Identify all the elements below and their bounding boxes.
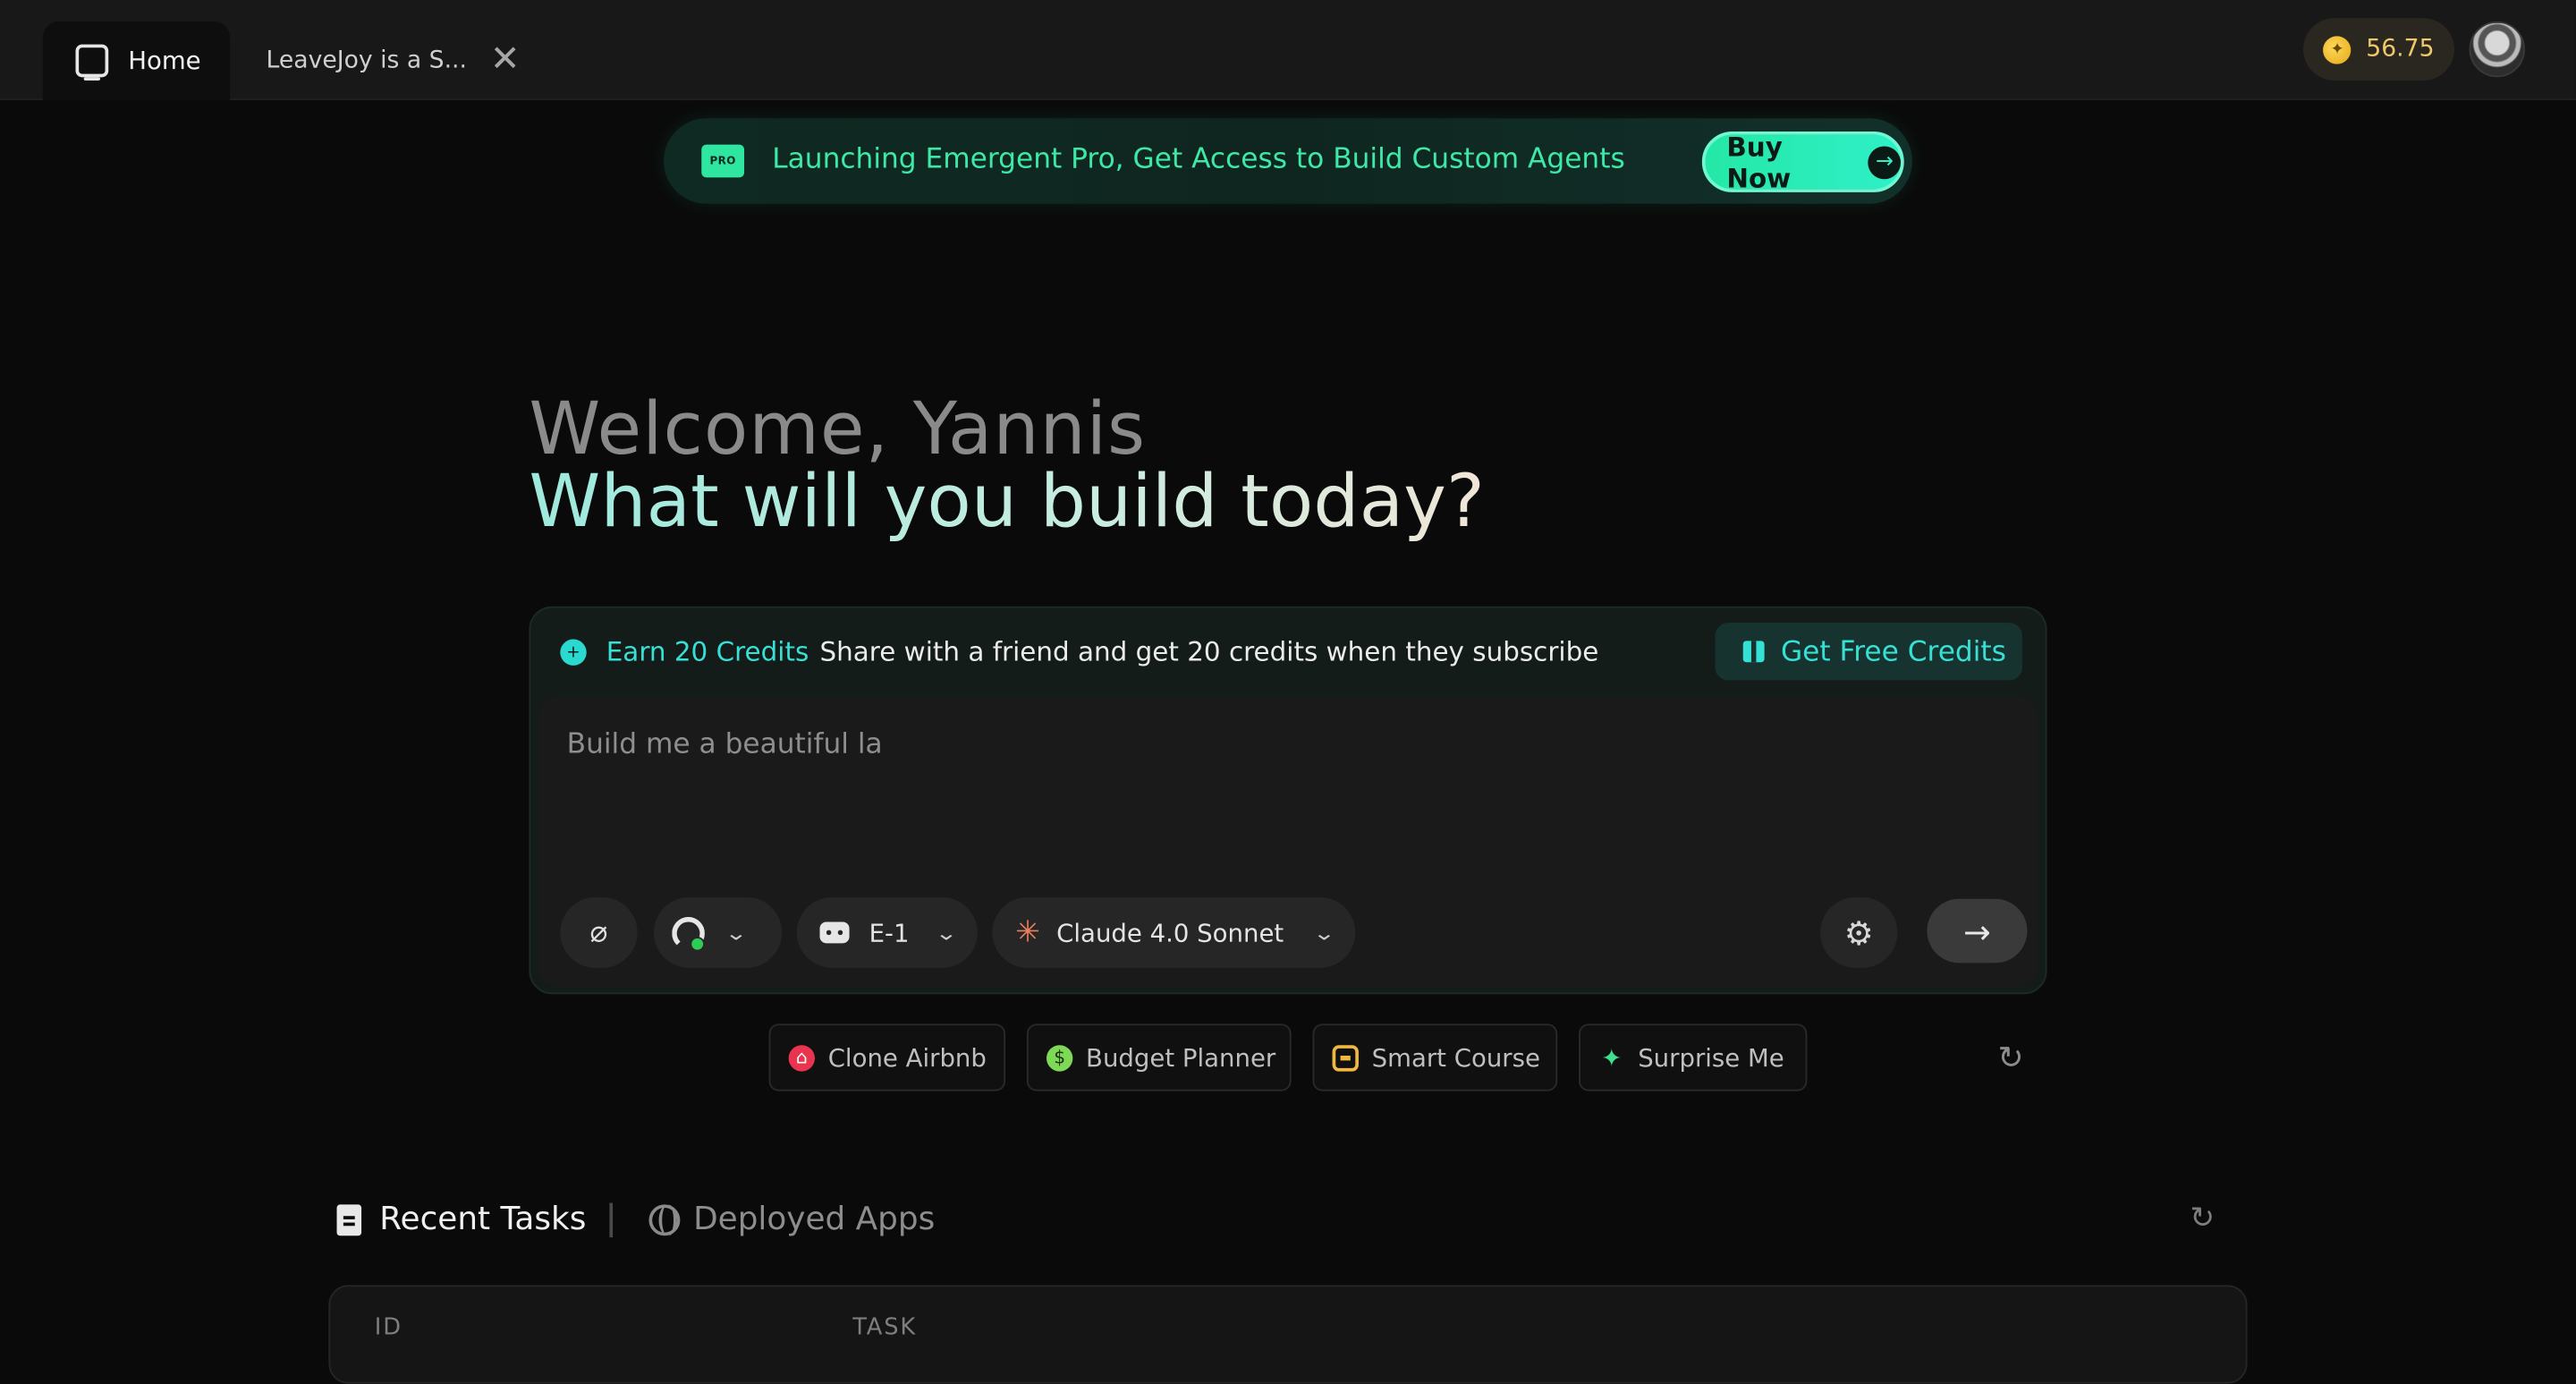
- credits-balance[interactable]: ✦ 56.75: [2303, 18, 2455, 81]
- gear-icon: ⚙: [1843, 913, 1874, 953]
- piggy-bank-icon: $: [1046, 1044, 1073, 1071]
- buy-now-button[interactable]: Buy Now →: [1701, 131, 1904, 193]
- home-tab-icon: [75, 44, 109, 81]
- buy-now-label: Buy Now: [1726, 131, 1792, 193]
- tasks-table: ID TASK: [328, 1285, 2248, 1384]
- prompt-card: + Earn 20 Credits Share with a friend an…: [529, 606, 2048, 995]
- referral-earn-label: Earn 20 Credits: [606, 635, 809, 667]
- prompt-input-area[interactable]: Build me a beautiful la ⌀ ⌄ E-1 ⌄ ✳ Clau…: [538, 696, 2038, 988]
- gift-icon: [1742, 641, 1765, 663]
- avatar[interactable]: [2469, 21, 2526, 78]
- chevron-down-icon: ⌄: [935, 921, 959, 945]
- tab-divider: [609, 1202, 614, 1238]
- suggestion-label: Surprise Me: [1638, 1042, 1784, 1073]
- suggestion-label: Budget Planner: [1086, 1042, 1276, 1073]
- refresh-suggestions-icon[interactable]: ↻: [1997, 1040, 2023, 1076]
- column-header-task: TASK: [852, 1314, 918, 1341]
- close-icon[interactable]: ✕: [490, 42, 521, 79]
- suggestion-label: Clone Airbnb: [827, 1042, 987, 1073]
- attach-button[interactable]: ⌀: [560, 896, 638, 968]
- globe-icon: [648, 1204, 681, 1236]
- arrow-right-icon: →: [1963, 911, 1991, 951]
- paperclip-icon: ⌀: [589, 915, 608, 950]
- agent-dropdown[interactable]: E-1 ⌄: [796, 896, 978, 968]
- referral-description: Share with a friend and get 20 credits w…: [819, 635, 1599, 667]
- tab-task-label: LeaveJoy is a S...: [266, 47, 467, 74]
- credits-value: 56.75: [2366, 36, 2435, 63]
- settings-button[interactable]: ⚙: [1820, 896, 1898, 968]
- tab-deployed-apps[interactable]: Deployed Apps: [693, 1200, 935, 1237]
- robot-icon: [819, 921, 850, 944]
- promo-text: Launching Emergent Pro, Get Access to Bu…: [772, 142, 1625, 176]
- clipboard-icon: [336, 1204, 362, 1236]
- suggestion-chip[interactable]: $ Budget Planner: [1026, 1023, 1292, 1091]
- credit-icon: +: [560, 639, 587, 666]
- column-header-id: ID: [374, 1314, 402, 1341]
- referral-bar: + Earn 20 Credits Share with a friend an…: [530, 608, 2048, 697]
- tab-recent-tasks[interactable]: Recent Tasks: [379, 1200, 586, 1237]
- suggestion-label: Smart Course: [1371, 1042, 1540, 1073]
- suggestion-chip[interactable]: ✦ Surprise Me: [1579, 1023, 1808, 1091]
- model-dropdown[interactable]: ✳ Claude 4.0 Sonnet ⌄: [992, 896, 1356, 968]
- tab-home[interactable]: Home: [42, 21, 231, 101]
- github-dropdown[interactable]: ⌄: [654, 896, 783, 968]
- get-free-credits-button[interactable]: Get Free Credits: [1715, 623, 2022, 681]
- airbnb-icon: ⌂: [788, 1044, 816, 1071]
- course-window-icon: ▬: [1332, 1044, 1359, 1071]
- prompt-input[interactable]: Build me a beautiful la: [567, 728, 883, 761]
- tab-home-label: Home: [128, 46, 201, 76]
- coin-icon: ✦: [2323, 35, 2351, 64]
- build-question-heading: What will you build today?: [529, 460, 1485, 544]
- send-button[interactable]: →: [1927, 898, 2028, 964]
- welcome-heading: Welcome, Yannis: [529, 387, 1147, 472]
- model-label: Claude 4.0 Sonnet: [1056, 917, 1284, 947]
- promo-banner: PRO Launching Emergent Pro, Get Access t…: [664, 118, 1912, 204]
- top-bar: Home LeaveJoy is a S... ✕ ✦ 56.75: [0, 0, 2576, 101]
- chevron-down-icon: ⌄: [1313, 921, 1337, 945]
- claude-icon: ✳: [1015, 915, 1040, 950]
- chevron-down-icon: ⌄: [724, 921, 748, 945]
- connected-status-dot: [690, 936, 705, 952]
- agent-label: E-1: [869, 917, 910, 947]
- get-free-credits-label: Get Free Credits: [1780, 634, 2006, 668]
- tab-task[interactable]: LeaveJoy is a S... ✕: [267, 39, 521, 82]
- suggestion-chip[interactable]: ⌂ Clone Airbnb: [768, 1023, 1006, 1091]
- sparkle-icon: ✦: [1601, 1042, 1623, 1073]
- pro-badge-icon: PRO: [701, 144, 745, 178]
- suggestion-chip[interactable]: ▬ Smart Course: [1312, 1023, 1558, 1091]
- arrow-right-icon: →: [1868, 145, 1902, 179]
- refresh-tasks-icon[interactable]: ↻: [2190, 1201, 2215, 1236]
